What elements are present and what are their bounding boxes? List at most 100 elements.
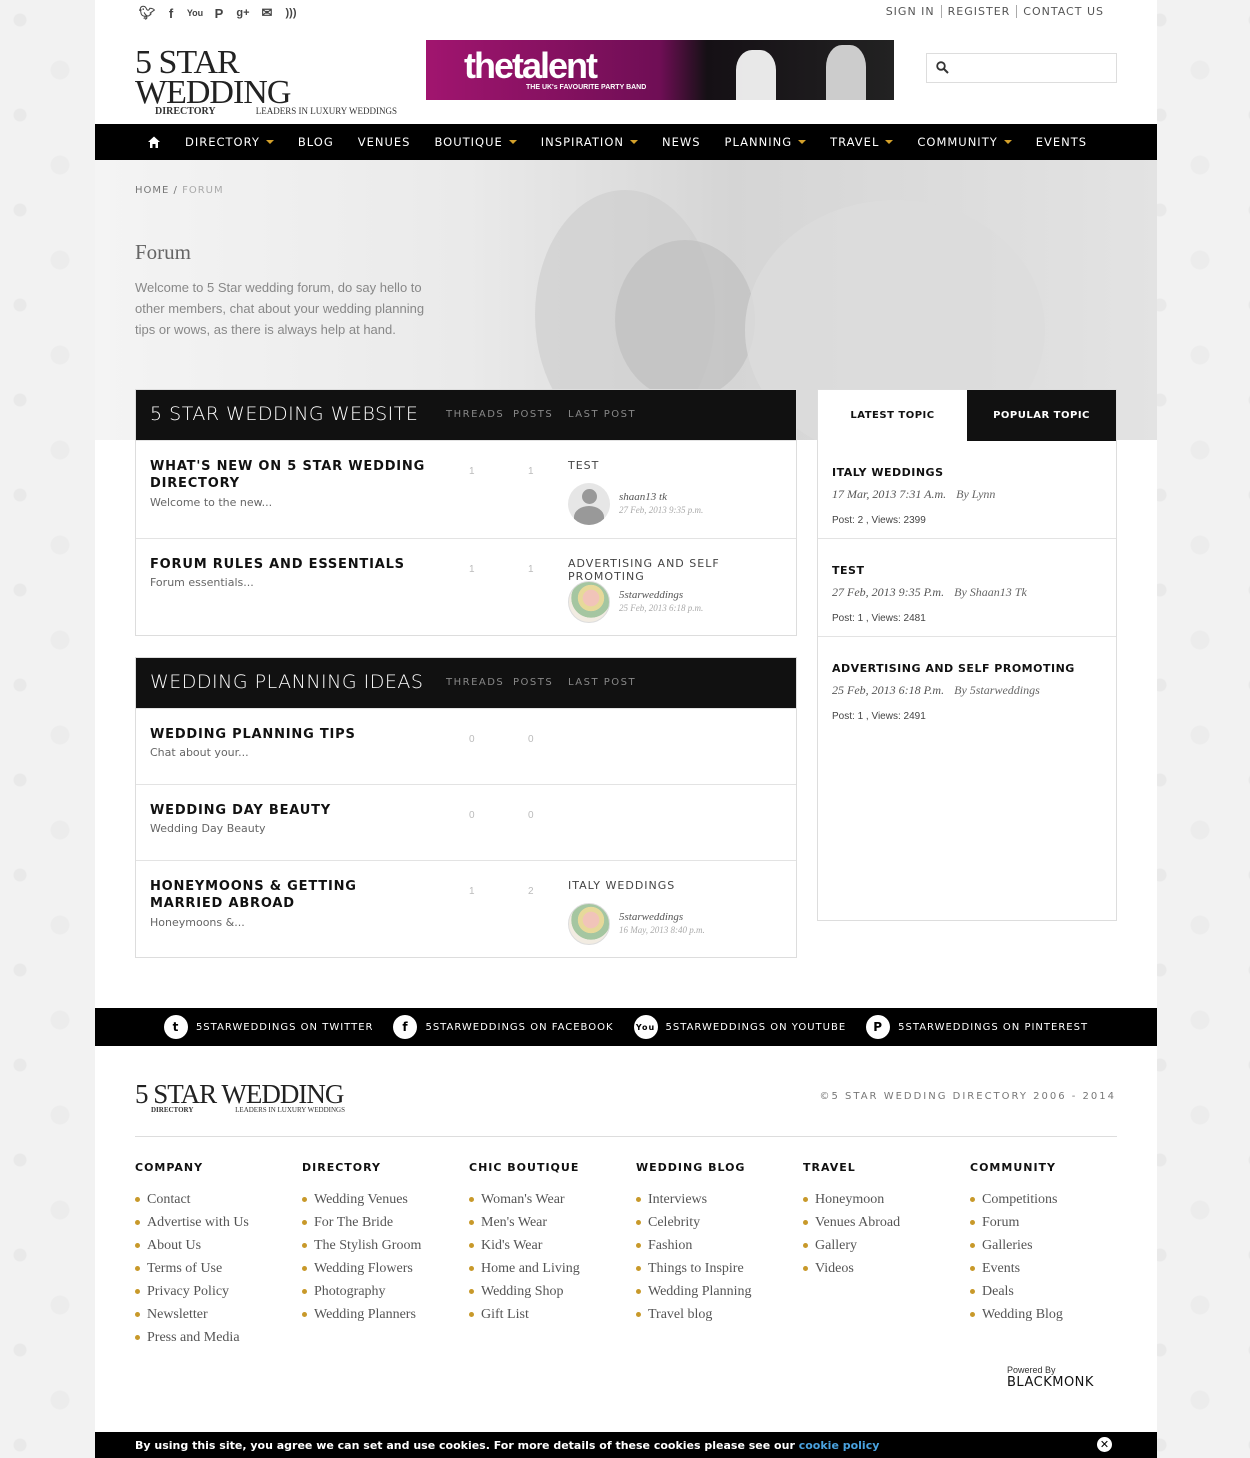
rss-icon[interactable]: ))) [283, 5, 299, 21]
powered-by[interactable]: Powered By BLACKMONK [1007, 1365, 1094, 1390]
footer-link[interactable]: Wedding Planning [636, 1280, 796, 1303]
footer-link[interactable]: Forum [970, 1211, 1130, 1234]
topic-date: 27 Feb, 2013 9:35 P.m. [832, 585, 945, 599]
footer-column-wedding-blog: WEDDING BLOG Interviews Celebrity Fashio… [636, 1161, 796, 1326]
footer-link[interactable]: Advertise with Us [135, 1211, 295, 1234]
footer-link[interactable]: Things to Inspire [636, 1257, 796, 1280]
twitter-link[interactable]: t 5STARWEDDINGS ON TWITTER [163, 1015, 374, 1039]
topic-title[interactable]: ADVERTISING AND SELF PROMOTING [832, 662, 1075, 675]
footer-link[interactable]: The Stylish Groom [302, 1234, 462, 1257]
contact-us-link[interactable]: CONTACT US [1016, 5, 1110, 18]
last-post-title[interactable]: ITALY WEDDINGS [568, 879, 675, 892]
footer-link[interactable]: Videos [803, 1257, 963, 1280]
footer-link[interactable]: Wedding Blog [970, 1303, 1130, 1326]
youtube-icon[interactable]: You [187, 5, 203, 21]
logo-sub-directory: DIRECTORY [155, 106, 216, 117]
nav-news[interactable]: NEWS [662, 135, 701, 149]
forum-title[interactable]: WEDDING DAY BEAUTY [150, 802, 430, 819]
breadcrumb-home[interactable]: HOME [135, 185, 169, 196]
footer-link[interactable]: Woman's Wear [469, 1188, 629, 1211]
footer-link[interactable]: Galleries [970, 1234, 1130, 1257]
forum-title[interactable]: WHAT'S NEW ON 5 STAR WEDDING DIRECTORY [150, 458, 430, 492]
social-footer-bar: t 5STARWEDDINGS ON TWITTER f 5STARWEDDINGS… [95, 1008, 1157, 1046]
forum-title[interactable]: FORUM RULES AND ESSENTIALS [150, 556, 430, 573]
footer-link[interactable]: Wedding Venues [302, 1188, 462, 1211]
footer-link[interactable]: Press and Media [135, 1326, 295, 1349]
pinterest-link[interactable]: P 5STARWEDDINGS ON PINTEREST [866, 1015, 1088, 1039]
footer-link[interactable]: Honeymoon [803, 1188, 963, 1211]
footer-link[interactable]: Home and Living [469, 1257, 629, 1280]
footer-link[interactable]: Wedding Planners [302, 1303, 462, 1326]
footer-link[interactable]: Gallery [803, 1234, 963, 1257]
forum-title[interactable]: HONEYMOONS & GETTING MARRIED ABROAD [150, 878, 430, 912]
footer-link[interactable]: Travel blog [636, 1303, 796, 1326]
nav-planning[interactable]: PLANNING [725, 135, 807, 149]
forum-category-title[interactable]: 5 STAR WEDDING WEBSITE [150, 403, 418, 425]
last-post-user[interactable]: shaan13 tk [619, 491, 667, 503]
tab-latest-topic[interactable]: LATEST TOPIC [818, 390, 967, 441]
pinterest-icon[interactable]: P [211, 5, 227, 21]
nav-travel[interactable]: TRAVEL [830, 135, 894, 149]
last-post-title[interactable]: ADVERTISING AND SELF PROMOTING [568, 557, 796, 583]
search-input[interactable] [955, 58, 1110, 78]
footer-column-title: COMPANY [135, 1161, 204, 1174]
last-post-user[interactable]: 5starweddings [619, 911, 683, 923]
register-link[interactable]: REGISTER [940, 5, 1017, 18]
footer-link[interactable]: Interviews [636, 1188, 796, 1211]
nav-blog[interactable]: BLOG [298, 135, 334, 149]
footer-link[interactable]: Newsletter [135, 1303, 295, 1326]
twitter-icon[interactable]: 🐦︎ [139, 5, 156, 21]
caret-down-icon [265, 140, 274, 144]
facebook-link[interactable]: f 5STARWEDDINGS ON FACEBOOK [393, 1015, 613, 1039]
google-plus-icon[interactable]: g+ [235, 5, 251, 21]
last-post-title[interactable]: TEST [568, 459, 599, 472]
topic-author: By 5starweddings [954, 683, 1040, 697]
footer-link[interactable]: Celebrity [636, 1211, 796, 1234]
breadcrumb: HOME / FORUM [135, 185, 224, 196]
footer-link[interactable]: Kid's Wear [469, 1234, 629, 1257]
footer-logo[interactable]: 5 STAR WEDDING DIRECTORY LEADERS IN LUXU… [135, 1079, 345, 1115]
footer-link[interactable]: Terms of Use [135, 1257, 295, 1280]
footer-link[interactable]: Venues Abroad [803, 1211, 963, 1234]
footer-link[interactable]: Men's Wear [469, 1211, 629, 1234]
footer-link[interactable]: Events [970, 1257, 1130, 1280]
top-social-icons: 🐦︎ f You P g+ ✉ ))) [139, 5, 299, 21]
footer-link[interactable]: Gift List [469, 1303, 629, 1326]
footer-link[interactable]: About Us [135, 1234, 295, 1257]
ad-banner[interactable]: thetalent THE UK's FAVOURITE PARTY BAND [426, 40, 894, 100]
footer-link[interactable]: Photography [302, 1280, 462, 1303]
footer-link[interactable]: Fashion [636, 1234, 796, 1257]
nav-venues[interactable]: VENUES [358, 135, 411, 149]
forum-category-header: 5 STAR WEDDING WEBSITE THREADS POSTS LAS… [136, 390, 796, 440]
nav-directory[interactable]: DIRECTORY [185, 135, 274, 149]
footer-link[interactable]: Contact [135, 1188, 295, 1211]
footer-link[interactable]: Deals [970, 1280, 1130, 1303]
email-icon[interactable]: ✉ [259, 5, 275, 21]
site-logo[interactable]: 5 STAR WEDDING DIRECTORY LEADERS IN LUXU… [135, 46, 397, 118]
sign-in-link[interactable]: SIGN IN [880, 5, 941, 18]
nav-boutique[interactable]: BOUTIQUE [434, 135, 517, 149]
footer-link[interactable]: Competitions [970, 1188, 1130, 1211]
footer-link[interactable]: Wedding Shop [469, 1280, 629, 1303]
footer-link[interactable]: Wedding Flowers [302, 1257, 462, 1280]
search-icon [936, 61, 949, 74]
nav-community[interactable]: COMMUNITY [917, 135, 1012, 149]
footer-column-directory: DIRECTORY Wedding Venues For The Bride T… [302, 1161, 462, 1326]
forum-title[interactable]: WEDDING PLANNING TIPS [150, 726, 430, 743]
tab-popular-topic[interactable]: POPULAR TOPIC [967, 390, 1116, 441]
topic-title[interactable]: TEST [832, 564, 864, 577]
youtube-link[interactable]: You 5STARWEDDINGS ON YOUTUBE [633, 1015, 847, 1039]
last-post-user[interactable]: 5starweddings [619, 589, 683, 601]
nav-inspiration[interactable]: INSPIRATION [541, 135, 638, 149]
facebook-icon[interactable]: f [163, 5, 179, 21]
home-icon[interactable] [147, 135, 161, 149]
close-icon[interactable]: ✕ [1097, 1437, 1112, 1452]
cookie-policy-link[interactable]: cookie policy [799, 1439, 880, 1452]
logo-main: 5 STAR WEDDING [135, 1079, 344, 1109]
footer-link[interactable]: Privacy Policy [135, 1280, 295, 1303]
forum-category-title[interactable]: WEDDING PLANNING IDEAS [150, 671, 423, 693]
topic-title[interactable]: ITALY WEDDINGS [832, 466, 944, 479]
caret-down-icon [1003, 140, 1012, 144]
nav-events[interactable]: EVENTS [1036, 135, 1087, 149]
footer-link[interactable]: For The Bride [302, 1211, 462, 1234]
